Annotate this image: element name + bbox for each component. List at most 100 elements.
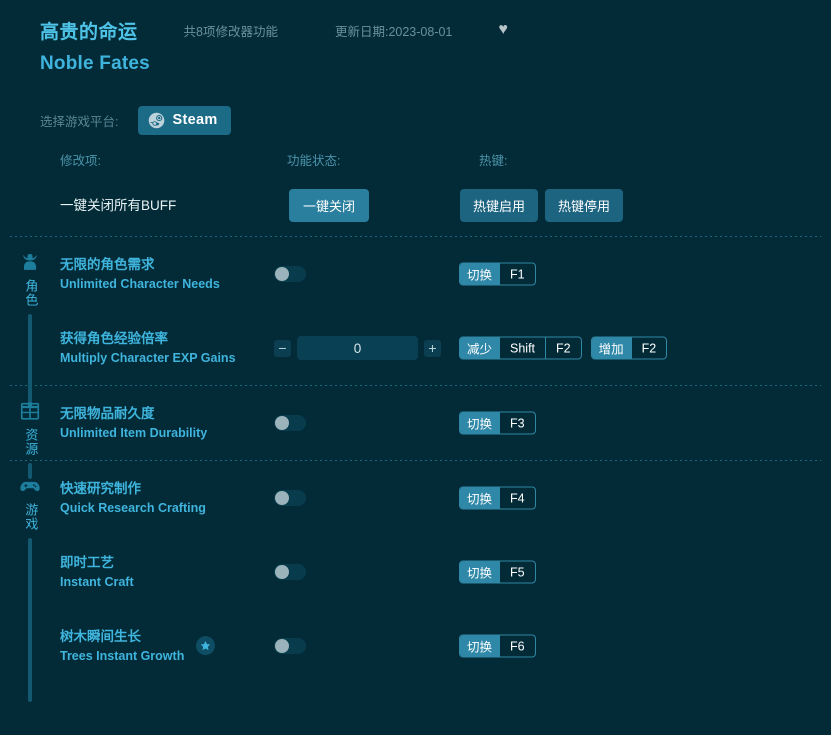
label-stack: 快速研究制作 Quick Research Crafting [60,479,206,517]
label-stack: 获得角色经验倍率 Multiply Character EXP Gains [60,329,236,367]
hotkey-action-label: 切换 [460,488,499,509]
trainer-window: 高贵的命运 共8项修改器功能 更新日期:2023-08-01 ♥ Noble F… [0,0,831,735]
platform-name: Steam [172,112,217,128]
section-2: 资源无限物品耐久度Unlimited Item Durability切换F3 [0,386,831,460]
global-buff-label: 一键关闭所有BUFF [60,194,176,214]
cheat-labels: 快速研究制作 Quick Research Crafting [60,479,206,517]
label-stack: 即时工艺 Instant Craft [60,553,134,591]
hotkey-chip[interactable]: 减少ShiftF2 [459,337,582,360]
hotkey-action-label: 切换 [460,636,499,657]
column-headers: 修改项: 功能状态: 热键: [0,150,831,178]
hotkey-chip[interactable]: 切换F6 [459,635,536,658]
hotkey-group: 减少ShiftF2增加F2 [459,337,667,360]
cheat-row: 树木瞬间生长 Trees Instant Growth 切换F6 [0,609,831,683]
cheat-row: 获得角色经验倍率Multiply Character EXP Gains−+减少… [0,311,831,385]
toggle-knob [275,639,289,653]
cheat-label-en: Instant Craft [60,575,134,589]
hotkey-group: 切换F6 [459,635,536,658]
hotkey-key: F2 [545,338,581,359]
section-rows: 无限物品耐久度 Unlimited Item Durability 切换F3 [0,386,831,460]
platform-button-steam[interactable]: Steam [138,106,230,135]
update-date: 更新日期:2023-08-01 [335,21,452,40]
header-top-row: 高贵的命运 共8项修改器功能 更新日期:2023-08-01 ♥ [40,16,831,44]
section-rows: 无限的角色需求 Unlimited Character Needs 切换F1 获得角色… [0,237,831,385]
favorite-heart-icon[interactable]: ♥ [498,22,508,38]
cheat-label-en: Unlimited Item Durability [60,426,207,440]
cheat-row: 即时工艺 Instant Craft 切换F5 [0,535,831,609]
increment-button[interactable]: + [424,340,441,357]
cheat-toggle[interactable] [274,266,306,282]
cheat-label-cn: 无限物品耐久度 [60,406,155,421]
hotkey-chip[interactable]: 切换F1 [459,263,536,286]
cheat-label-cn: 快速研究制作 [60,481,141,496]
label-stack: 无限物品耐久度 Unlimited Item Durability [60,404,207,442]
hotkey-chip[interactable]: 增加F2 [591,337,668,360]
hotkey-disable-button[interactable]: 热键停用 [545,189,623,222]
cheat-label-en: Trees Instant Growth [60,649,184,663]
cheat-label-cn: 即时工艺 [60,555,114,570]
cheat-label-cn: 树木瞬间生长 [60,629,141,644]
column-header-hotkey: 热键: [479,150,507,169]
cheat-label-cn: 获得角色经验倍率 [60,331,168,346]
cheat-toggle[interactable] [274,415,306,431]
toggle-knob [275,491,289,505]
cheat-label-en: Unlimited Character Needs [60,277,220,291]
page-title-cn: 高贵的命运 [40,17,138,44]
hotkey-chip[interactable]: 切换F3 [459,412,536,435]
cheat-label-en: Multiply Character EXP Gains [60,351,236,365]
hotkey-chip[interactable]: 切换F4 [459,487,536,510]
hotkey-action-label: 减少 [460,338,499,359]
cheat-label-cn: 无限的角色需求 [60,257,155,272]
toggle-knob [275,267,289,281]
page-title-en: Noble Fates [40,53,831,75]
hotkey-chip[interactable]: 切换F5 [459,561,536,584]
cheat-labels: 树木瞬间生长 Trees Instant Growth [60,627,215,665]
hotkey-key: F1 [499,264,535,285]
hotkey-group: 切换F4 [459,487,536,510]
cheat-toggle[interactable] [274,564,306,580]
hotkey-key: F2 [631,338,667,359]
cheat-labels: 无限物品耐久度 Unlimited Item Durability [60,404,207,442]
toggle-knob [275,565,289,579]
hotkey-enable-button[interactable]: 热键启用 [460,189,538,222]
cheat-labels: 即时工艺 Instant Craft [60,553,134,591]
label-stack: 无限的角色需求 Unlimited Character Needs [60,255,220,293]
cheat-row: 无限物品耐久度 Unlimited Item Durability 切换F3 [0,386,831,460]
hotkey-group: 切换F5 [459,561,536,584]
platform-label: 选择游戏平台: [40,111,118,130]
cheat-row: 无限的角色需求 Unlimited Character Needs 切换F1 [0,237,831,311]
hotkey-key: F4 [499,488,535,509]
section-3: 游戏快速研究制作Quick Research Crafting切换F4即时工艺I… [0,461,831,683]
column-header-modifier: 修改项: [60,150,101,169]
cheat-labels: 无限的角色需求 Unlimited Character Needs [60,255,220,293]
sections-container: 角色无限的角色需求Unlimited Character Needs切换F1获得… [0,236,831,683]
star-icon [196,637,215,656]
global-buff-row: 一键关闭所有BUFF 一键关闭 热键启用 热键停用 [0,178,831,236]
column-header-status: 功能状态: [287,150,340,169]
header: 高贵的命运 共8项修改器功能 更新日期:2023-08-01 ♥ Noble F… [0,0,831,92]
label-stack: 树木瞬间生长 Trees Instant Growth [60,627,184,665]
hotkey-group: 切换F3 [459,412,536,435]
hotkey-key: F6 [499,636,535,657]
cheat-row: 快速研究制作 Quick Research Crafting 切换F4 [0,461,831,535]
hotkey-action-label: 切换 [460,413,499,434]
toggle-knob [275,416,289,430]
cheat-toggle[interactable] [274,638,306,654]
one-key-disable-button[interactable]: 一键关闭 [289,189,369,222]
hotkey-key: F3 [499,413,535,434]
hotkey-action-label: 切换 [460,264,499,285]
hotkey-action-label: 切换 [460,562,499,583]
cheat-label-en: Quick Research Crafting [60,501,206,515]
decrement-button[interactable]: − [274,340,291,357]
hotkey-action-label: 增加 [592,338,631,359]
cheat-toggle[interactable] [274,490,306,506]
platform-selector: 选择游戏平台: Steam [0,100,831,140]
hotkey-key: F5 [499,562,535,583]
hotkey-key: Shift [499,338,545,359]
section-rows: 快速研究制作Quick Research Crafting切换F4即时工艺Ins… [0,461,831,683]
steam-icon [148,112,165,129]
value-input[interactable] [297,336,418,360]
feature-count: 共8项修改器功能 [184,21,278,40]
value-stepper: −+ [274,336,441,360]
hotkey-group: 切换F1 [459,263,536,286]
